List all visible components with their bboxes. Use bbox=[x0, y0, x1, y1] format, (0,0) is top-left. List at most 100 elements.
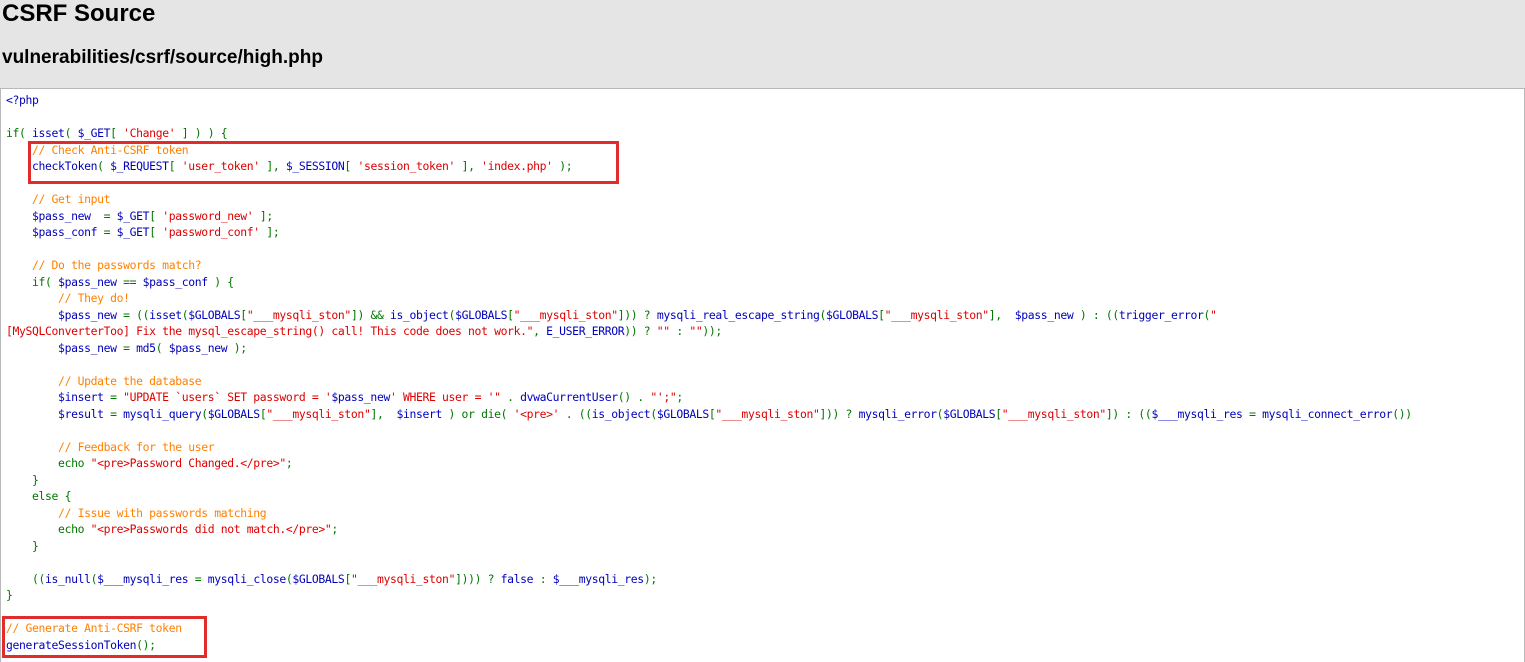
code-token: "___mysqli_ston" bbox=[266, 406, 371, 421]
source-code-panel[interactable]: <?php if( isset( $_GET[ 'Change' ] ) ) {… bbox=[0, 88, 1525, 662]
code-token: "<pre>Passwords did not match.</pre>" bbox=[90, 522, 332, 536]
code-line: } bbox=[6, 538, 1412, 555]
code-token: == bbox=[123, 274, 143, 289]
code-token: ], bbox=[455, 159, 482, 173]
code-token: 'password_new' bbox=[162, 208, 254, 223]
code-token: . (( bbox=[559, 406, 592, 421]
code-token: $___mysqli_res bbox=[1151, 406, 1250, 421]
code-line: <?php bbox=[6, 92, 1412, 109]
code-token: echo bbox=[6, 522, 91, 536]
code-token: $pass_new bbox=[6, 208, 104, 223]
code-token: ( bbox=[155, 340, 169, 355]
code-token: 'index.php' bbox=[481, 159, 553, 173]
code-token: $GLOBALS bbox=[656, 406, 709, 421]
code-token: [ bbox=[168, 159, 182, 173]
code-token: ] ) ) { bbox=[175, 126, 228, 140]
code-token: ])) ? bbox=[617, 307, 657, 322]
code-token: [MySQLConverterToo] Fix the mysql_escape… bbox=[6, 324, 534, 338]
code-token: <?php bbox=[6, 93, 39, 107]
code-line: // Check Anti-CSRF token bbox=[6, 142, 1412, 159]
code-token: if( bbox=[6, 274, 59, 289]
code-token: 'user_token' bbox=[181, 159, 260, 173]
code-token: if( bbox=[6, 126, 33, 140]
code-token: } bbox=[6, 588, 13, 602]
code-token: = (( bbox=[123, 307, 150, 322]
code-token: ]; bbox=[253, 208, 273, 223]
code-token: ); bbox=[552, 159, 573, 173]
code-line: checkToken( $_REQUEST[ 'user_token' ], $… bbox=[6, 158, 1412, 175]
code-token: ]) && bbox=[350, 307, 390, 322]
code-token: $pass_conf bbox=[142, 274, 215, 289]
code-token: $_GET bbox=[116, 208, 150, 223]
code-token: (( bbox=[6, 571, 46, 586]
code-token: ])) ? bbox=[819, 406, 859, 421]
code-token: E_USER_ERROR bbox=[546, 324, 625, 338]
code-token: mysqli_real_escape_string bbox=[656, 307, 820, 322]
code-token: false bbox=[500, 571, 540, 586]
code-token: // Do the passwords match? bbox=[6, 258, 202, 272]
code-token: )) ? bbox=[624, 324, 657, 338]
code-token: ' WHERE user = '" bbox=[389, 390, 501, 404]
code-token: ]; bbox=[259, 225, 280, 239]
code-line: $pass_conf = $_GET[ 'password_conf' ]; bbox=[6, 224, 1412, 241]
code-token: ]))) ? bbox=[455, 571, 501, 586]
code-line: ((is_null($___mysqli_res = mysqli_close(… bbox=[6, 571, 1412, 588]
code-token: : bbox=[539, 571, 553, 586]
code-token: is_object bbox=[591, 406, 651, 421]
page-title: CSRF Source bbox=[2, 0, 156, 27]
code-line: if( isset( $_GET[ 'Change' ] ) ) { bbox=[6, 125, 1412, 142]
code-token: 'Change' bbox=[123, 126, 176, 140]
code-token: = bbox=[103, 208, 117, 223]
code-token: echo bbox=[6, 456, 91, 470]
code-line: $pass_new = $_GET[ 'password_new' ]; bbox=[6, 208, 1412, 225]
code-token: = bbox=[194, 571, 208, 586]
code-token: isset bbox=[149, 307, 182, 322]
code-token: isset bbox=[32, 126, 65, 140]
code-token: $insert bbox=[396, 406, 449, 421]
code-line: } bbox=[6, 587, 1412, 604]
code-token: $pass_new bbox=[58, 274, 124, 289]
code-line: } bbox=[6, 472, 1412, 489]
code-token: } bbox=[6, 472, 39, 487]
code-token: $pass_new bbox=[6, 340, 124, 355]
code-token: $pass_new bbox=[331, 390, 390, 404]
code-token: $result bbox=[6, 406, 111, 421]
code-token: $insert bbox=[6, 390, 111, 404]
code-token: ], bbox=[370, 406, 397, 421]
code-token: (); bbox=[136, 637, 156, 652]
code-line: generateSessionToken(); bbox=[6, 637, 1412, 654]
code-token: "___mysqli_ston" bbox=[246, 307, 351, 322]
code-token: ; bbox=[285, 456, 293, 470]
code-token: [ bbox=[149, 225, 163, 239]
source-file-path: vulnerabilities/csrf/source/high.php bbox=[2, 47, 323, 68]
code-token: = bbox=[103, 225, 117, 239]
page-header: CSRF Source vulnerabilities/csrf/source/… bbox=[0, 0, 1525, 88]
code-token: . bbox=[500, 390, 521, 404]
code-token: () . bbox=[617, 390, 651, 404]
code-line: // Generate Anti-CSRF token bbox=[6, 620, 1412, 637]
code-line: $result = mysqli_query($GLOBALS["___mysq… bbox=[6, 406, 1412, 423]
code-token: " bbox=[1210, 307, 1217, 322]
php-source-code: <?php if( isset( $_GET[ 'Change' ] ) ) {… bbox=[6, 92, 1412, 653]
code-token: ) : (( bbox=[1079, 307, 1119, 322]
code-token: ; bbox=[676, 390, 683, 404]
code-token: // Feedback for the user bbox=[6, 439, 215, 454]
code-token: // They do! bbox=[6, 291, 130, 305]
code-token: ); bbox=[643, 571, 657, 586]
code-token: $_GET bbox=[116, 225, 150, 239]
code-token: // Update the database bbox=[6, 373, 202, 388]
code-line: $pass_new = ((isset($GLOBALS["___mysqli_… bbox=[6, 307, 1412, 324]
code-token: generateSessionToken bbox=[6, 637, 137, 652]
code-token: = bbox=[123, 340, 137, 355]
code-line: $pass_new = md5( $pass_new ); bbox=[6, 340, 1412, 357]
code-token: $_GET bbox=[77, 126, 111, 140]
code-token: checkToken bbox=[6, 159, 98, 173]
code-token: $GLOBALS bbox=[826, 307, 879, 322]
code-token: )); bbox=[702, 324, 722, 338]
code-token: $GLOBALS bbox=[943, 406, 996, 421]
code-token: else { bbox=[6, 489, 72, 503]
code-token: '<pre>' bbox=[513, 406, 560, 421]
